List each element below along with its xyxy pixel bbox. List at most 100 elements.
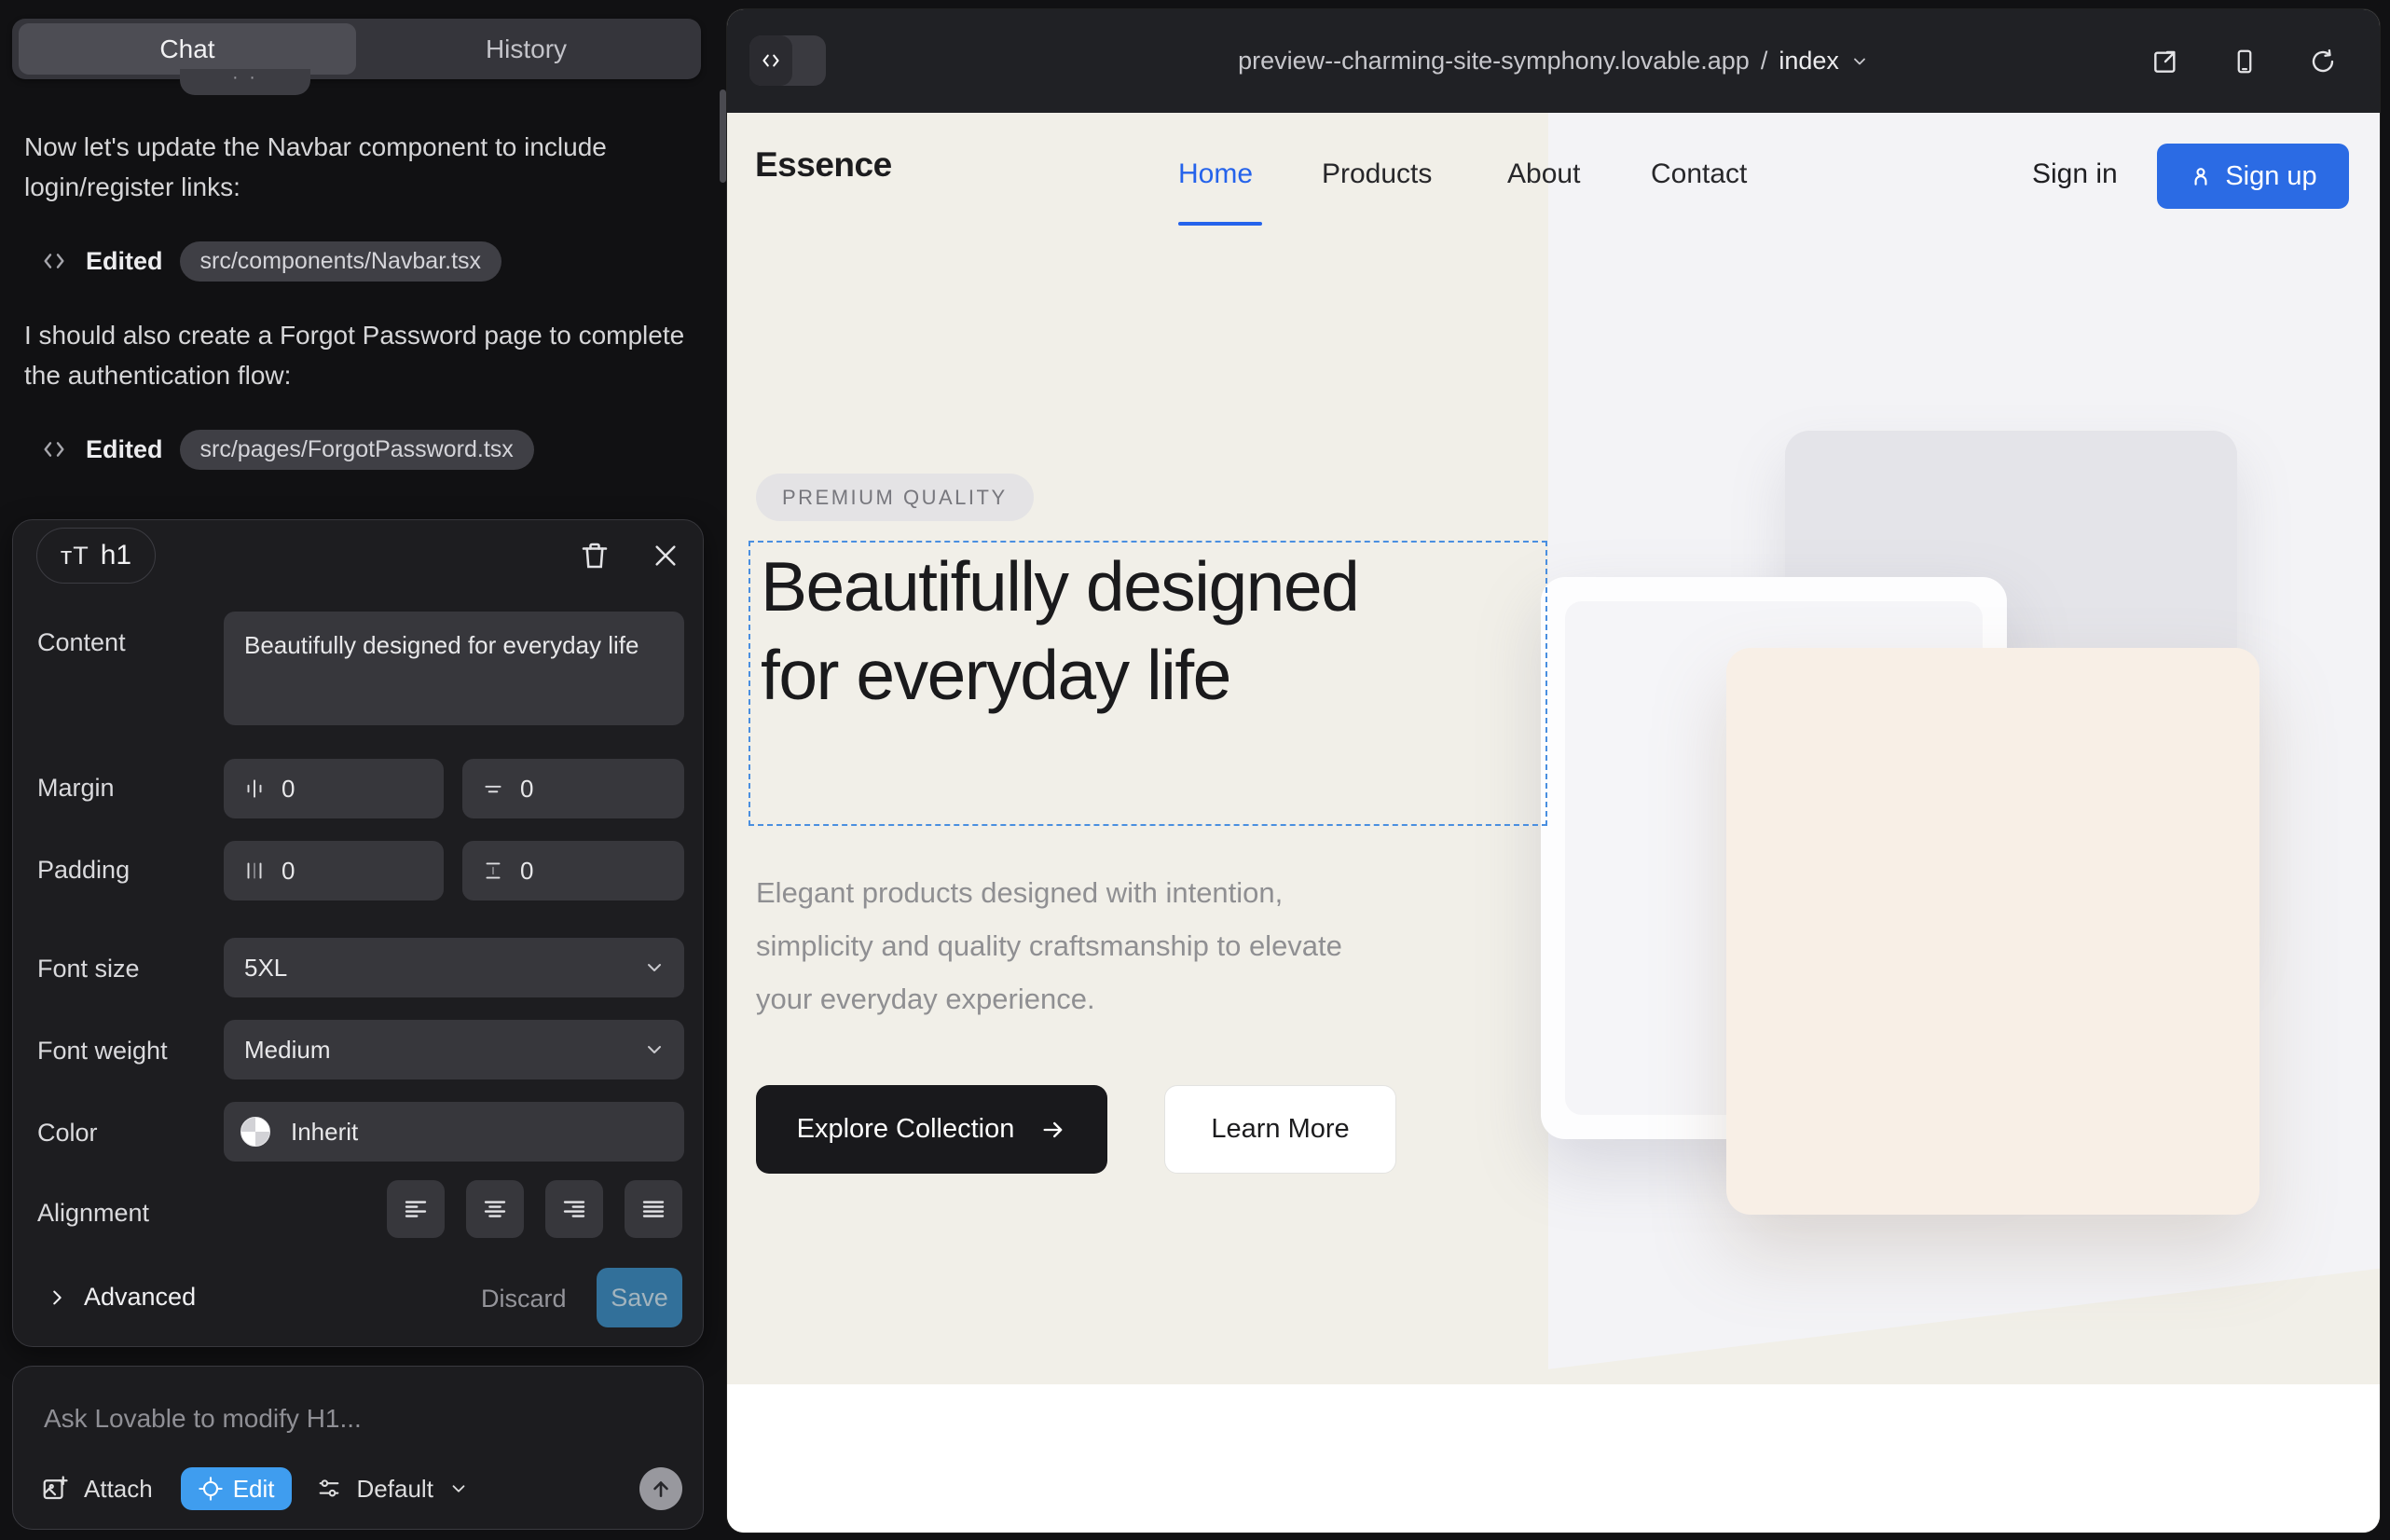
user-icon	[2189, 164, 2213, 188]
margin-x-input[interactable]: 0	[224, 759, 444, 818]
chat-message: I should also create a Forgot Password p…	[24, 315, 686, 395]
element-tag: h1	[101, 540, 131, 571]
explore-collection-button[interactable]: Explore Collection	[756, 1085, 1107, 1174]
element-editor-panel: тT h1 Content Beautifully designed for e…	[12, 519, 704, 1347]
sign-up-label: Sign up	[2225, 161, 2316, 192]
color-label: Color	[37, 1119, 98, 1148]
content-value: Beautifully designed for everyday life	[244, 627, 645, 664]
refresh-icon[interactable]	[2309, 48, 2337, 76]
send-button[interactable]	[639, 1467, 682, 1510]
nav-link-contact[interactable]: Contact	[1651, 158, 1747, 190]
edit-mode-button[interactable]: Edit	[181, 1467, 292, 1510]
explore-collection-label: Explore Collection	[797, 1114, 1015, 1145]
padding-y-value: 0	[520, 857, 533, 886]
type-icon: тT	[61, 542, 89, 571]
edited-label: Edited	[86, 247, 163, 276]
url-host: preview--charming-site-symphony.lovable.…	[1238, 47, 1750, 76]
mobile-device-icon[interactable]	[2231, 48, 2259, 76]
attach-image-icon[interactable]	[41, 1475, 69, 1503]
hero-heading[interactable]: Beautifully designed for everyday life	[761, 543, 1413, 720]
chat-scrollbar[interactable]	[720, 89, 726, 183]
align-center-button[interactable]	[466, 1180, 524, 1238]
hero-paragraph: Elegant products designed with intention…	[756, 866, 1399, 1025]
next-section-background	[727, 1384, 2380, 1533]
product-card-placeholder	[1726, 648, 2260, 1215]
margin-horizontal-icon	[242, 777, 267, 801]
site-logo[interactable]: Essence	[755, 145, 892, 185]
scrolled-pill-button[interactable]: · ·	[180, 69, 310, 95]
font-size-select[interactable]: 5XL	[224, 938, 684, 997]
chevron-down-icon	[448, 1478, 469, 1499]
discard-button[interactable]: Discard	[481, 1285, 567, 1313]
nav-link-products[interactable]: Products	[1322, 158, 1432, 190]
tab-chat-label: Chat	[19, 23, 356, 75]
edited-file-badge[interactable]: src/pages/ForgotPassword.tsx	[180, 430, 534, 470]
color-swatch-icon	[240, 1117, 270, 1147]
chevron-right-icon	[47, 1287, 67, 1308]
alignment-label: Alignment	[37, 1199, 149, 1228]
tab-chat[interactable]: Chat	[19, 23, 356, 75]
browser-actions	[2150, 9, 2337, 113]
edited-file-badge[interactable]: src/components/Navbar.tsx	[180, 241, 502, 282]
align-justify-button[interactable]	[625, 1180, 682, 1238]
browser-topbar: preview--charming-site-symphony.lovable.…	[727, 9, 2380, 113]
margin-y-input[interactable]: 0	[462, 759, 684, 818]
color-select[interactable]: Inherit	[224, 1102, 684, 1162]
chevron-down-icon	[643, 956, 666, 979]
font-weight-value: Medium	[244, 1036, 330, 1065]
code-icon	[39, 434, 69, 464]
chevron-down-icon	[643, 1038, 666, 1061]
code-icon	[39, 246, 69, 276]
close-icon[interactable]	[651, 541, 680, 571]
attach-label[interactable]: Attach	[84, 1475, 153, 1504]
padding-x-input[interactable]: 0	[224, 841, 444, 901]
mode-label[interactable]: Default	[357, 1475, 433, 1504]
font-size-label: Font size	[37, 955, 140, 983]
content-input[interactable]: Beautifully designed for everyday life	[224, 612, 684, 725]
chevron-down-icon	[1850, 52, 1869, 71]
margin-label: Margin	[37, 774, 115, 803]
margin-y-value: 0	[520, 775, 533, 804]
composer-toolbar: Attach Edit Default	[13, 1465, 703, 1512]
open-external-icon[interactable]	[2150, 47, 2180, 76]
arrow-right-icon	[1040, 1117, 1066, 1143]
sliders-icon[interactable]	[316, 1476, 342, 1502]
url-bar[interactable]: preview--charming-site-symphony.lovable.…	[727, 9, 2380, 113]
sign-up-button[interactable]: Sign up	[2157, 144, 2349, 209]
align-right-button[interactable]	[545, 1180, 603, 1238]
font-weight-label: Font weight	[37, 1037, 168, 1066]
tab-history[interactable]: History	[356, 19, 696, 79]
active-nav-underline	[1178, 222, 1262, 226]
tab-history-label: History	[356, 19, 696, 79]
delete-element-button[interactable]	[578, 539, 611, 572]
color-value: Inherit	[291, 1118, 358, 1147]
advanced-toggle[interactable]: Advanced	[47, 1283, 196, 1312]
sign-in-link[interactable]: Sign in	[2032, 158, 2118, 190]
advanced-label: Advanced	[84, 1283, 196, 1312]
padding-x-value: 0	[282, 857, 295, 886]
align-left-button[interactable]	[387, 1180, 445, 1238]
margin-vertical-icon	[481, 777, 505, 801]
url-page: index	[1779, 47, 1839, 76]
url-separator: /	[1761, 47, 1768, 76]
font-weight-select[interactable]: Medium	[224, 1020, 684, 1079]
padding-horizontal-icon	[242, 859, 267, 883]
composer-input[interactable]: Ask Lovable to modify H1...	[44, 1404, 362, 1434]
font-size-value: 5XL	[244, 954, 287, 983]
crosshair-icon	[198, 1476, 224, 1502]
composer: Ask Lovable to modify H1... Attach Edit …	[12, 1366, 704, 1530]
edited-label: Edited	[86, 435, 163, 464]
save-button[interactable]: Save	[597, 1268, 682, 1327]
edited-file-row: Edited src/pages/ForgotPassword.tsx	[39, 429, 534, 470]
nav-link-home[interactable]: Home	[1178, 158, 1253, 190]
padding-y-input[interactable]: 0	[462, 841, 684, 901]
margin-x-value: 0	[282, 775, 295, 804]
chat-message: Now let's update the Navbar component to…	[24, 127, 686, 207]
padding-vertical-icon	[481, 859, 505, 883]
selected-element-pill[interactable]: тT h1	[36, 528, 156, 584]
content-label: Content	[37, 628, 126, 657]
preview-browser-window: Essence Home Products About Contact Sign…	[727, 9, 2380, 1533]
nav-link-about[interactable]: About	[1507, 158, 1580, 190]
edited-file-row: Edited src/components/Navbar.tsx	[39, 241, 501, 282]
learn-more-button[interactable]: Learn More	[1164, 1085, 1396, 1174]
